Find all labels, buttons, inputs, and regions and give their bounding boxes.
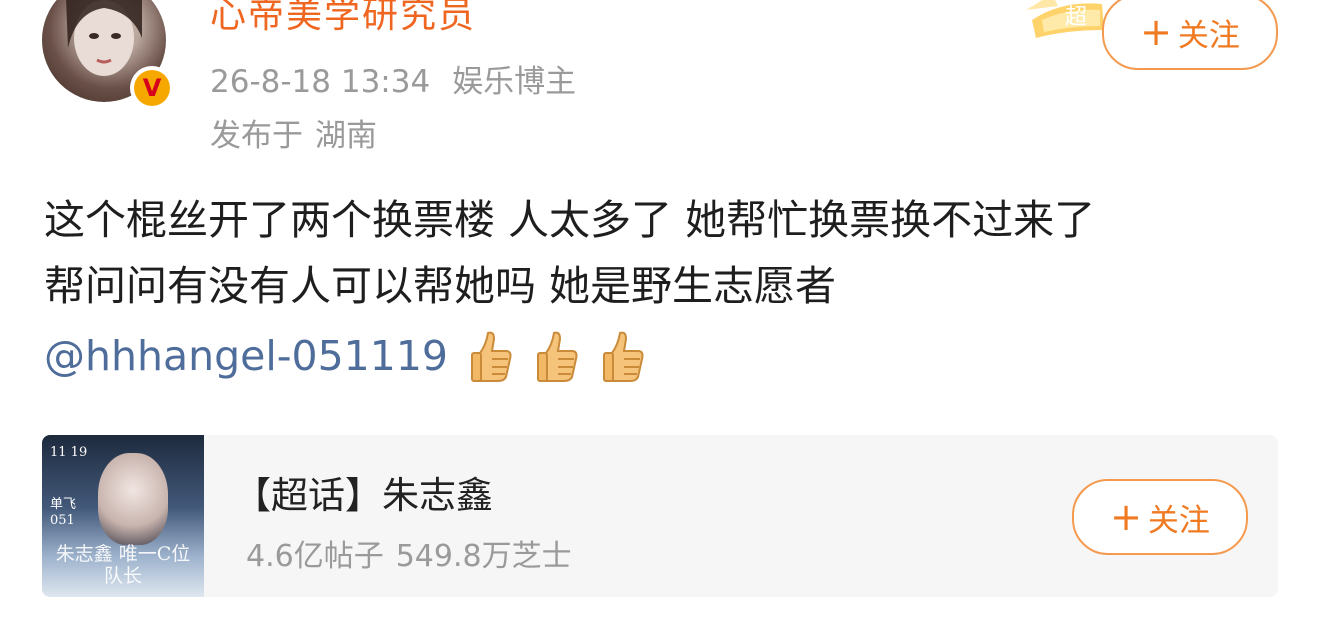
super-badge-text: 超	[1065, 5, 1087, 30]
mention-line: @hhhangel-051119	[44, 323, 646, 389]
verified-badge: V	[130, 66, 174, 110]
plus-icon: +	[1140, 10, 1172, 54]
post-body: 这个棍丝开了两个换票楼 人太多了 她帮忙换票换不过来了 帮问问有没有人可以帮她吗…	[44, 187, 1095, 319]
location-name: 湖南	[315, 118, 377, 154]
super-topic-stats: 4.6亿帖子 549.8万芝士	[246, 531, 572, 575]
thumbs-up-icon	[536, 329, 580, 383]
super-topic-follow-button[interactable]: + 关注	[1072, 479, 1248, 555]
username[interactable]: 心帝美学研究员	[210, 0, 476, 38]
thumbs-up-icon	[602, 329, 646, 383]
location-prefix: 发布于	[210, 118, 303, 154]
post-location: 发布于 湖南	[210, 110, 377, 155]
super-topic-cover-image: 11 19 单飞 051 朱志鑫 唯一C位队长	[42, 435, 204, 597]
plus-icon: +	[1110, 495, 1142, 539]
avatar-container[interactable]: V	[42, 0, 174, 110]
cover-title-text: 朱志鑫 唯一C位队长	[55, 543, 191, 587]
user-tag: 娱乐博主	[452, 64, 577, 100]
super-topic-title[interactable]: 【超话】朱志鑫	[234, 465, 493, 519]
verified-badge-letter: V	[142, 74, 162, 102]
super-fan-badge-icon: 超	[1022, 0, 1112, 42]
user-mention-link[interactable]: @hhhangel-051119	[44, 332, 448, 380]
cover-side-text: 单飞 051	[50, 497, 77, 528]
post-text-line-1: 这个棍丝开了两个换票楼 人太多了 她帮忙换票换不过来了	[44, 196, 1096, 244]
post-meta: 26-8-18 13:34 娱乐博主	[210, 56, 576, 101]
cover-portrait	[98, 453, 168, 545]
posts-count: 4.6亿帖子	[246, 539, 384, 574]
post-text-line-2: 帮问问有没有人可以帮她吗 她是野生志愿者	[44, 262, 837, 310]
cover-date-text: 11 19	[50, 445, 88, 460]
verified-icon: V	[134, 70, 170, 106]
follow-button-label: 关注	[1177, 17, 1240, 54]
super-topic-follow-label: 关注	[1147, 502, 1210, 539]
fans-count: 549.8万芝士	[395, 539, 572, 574]
follow-button[interactable]: + 关注	[1102, 0, 1278, 70]
timestamp: 26-8-18 13:34	[210, 64, 431, 100]
thumbs-up-icon	[470, 329, 514, 383]
